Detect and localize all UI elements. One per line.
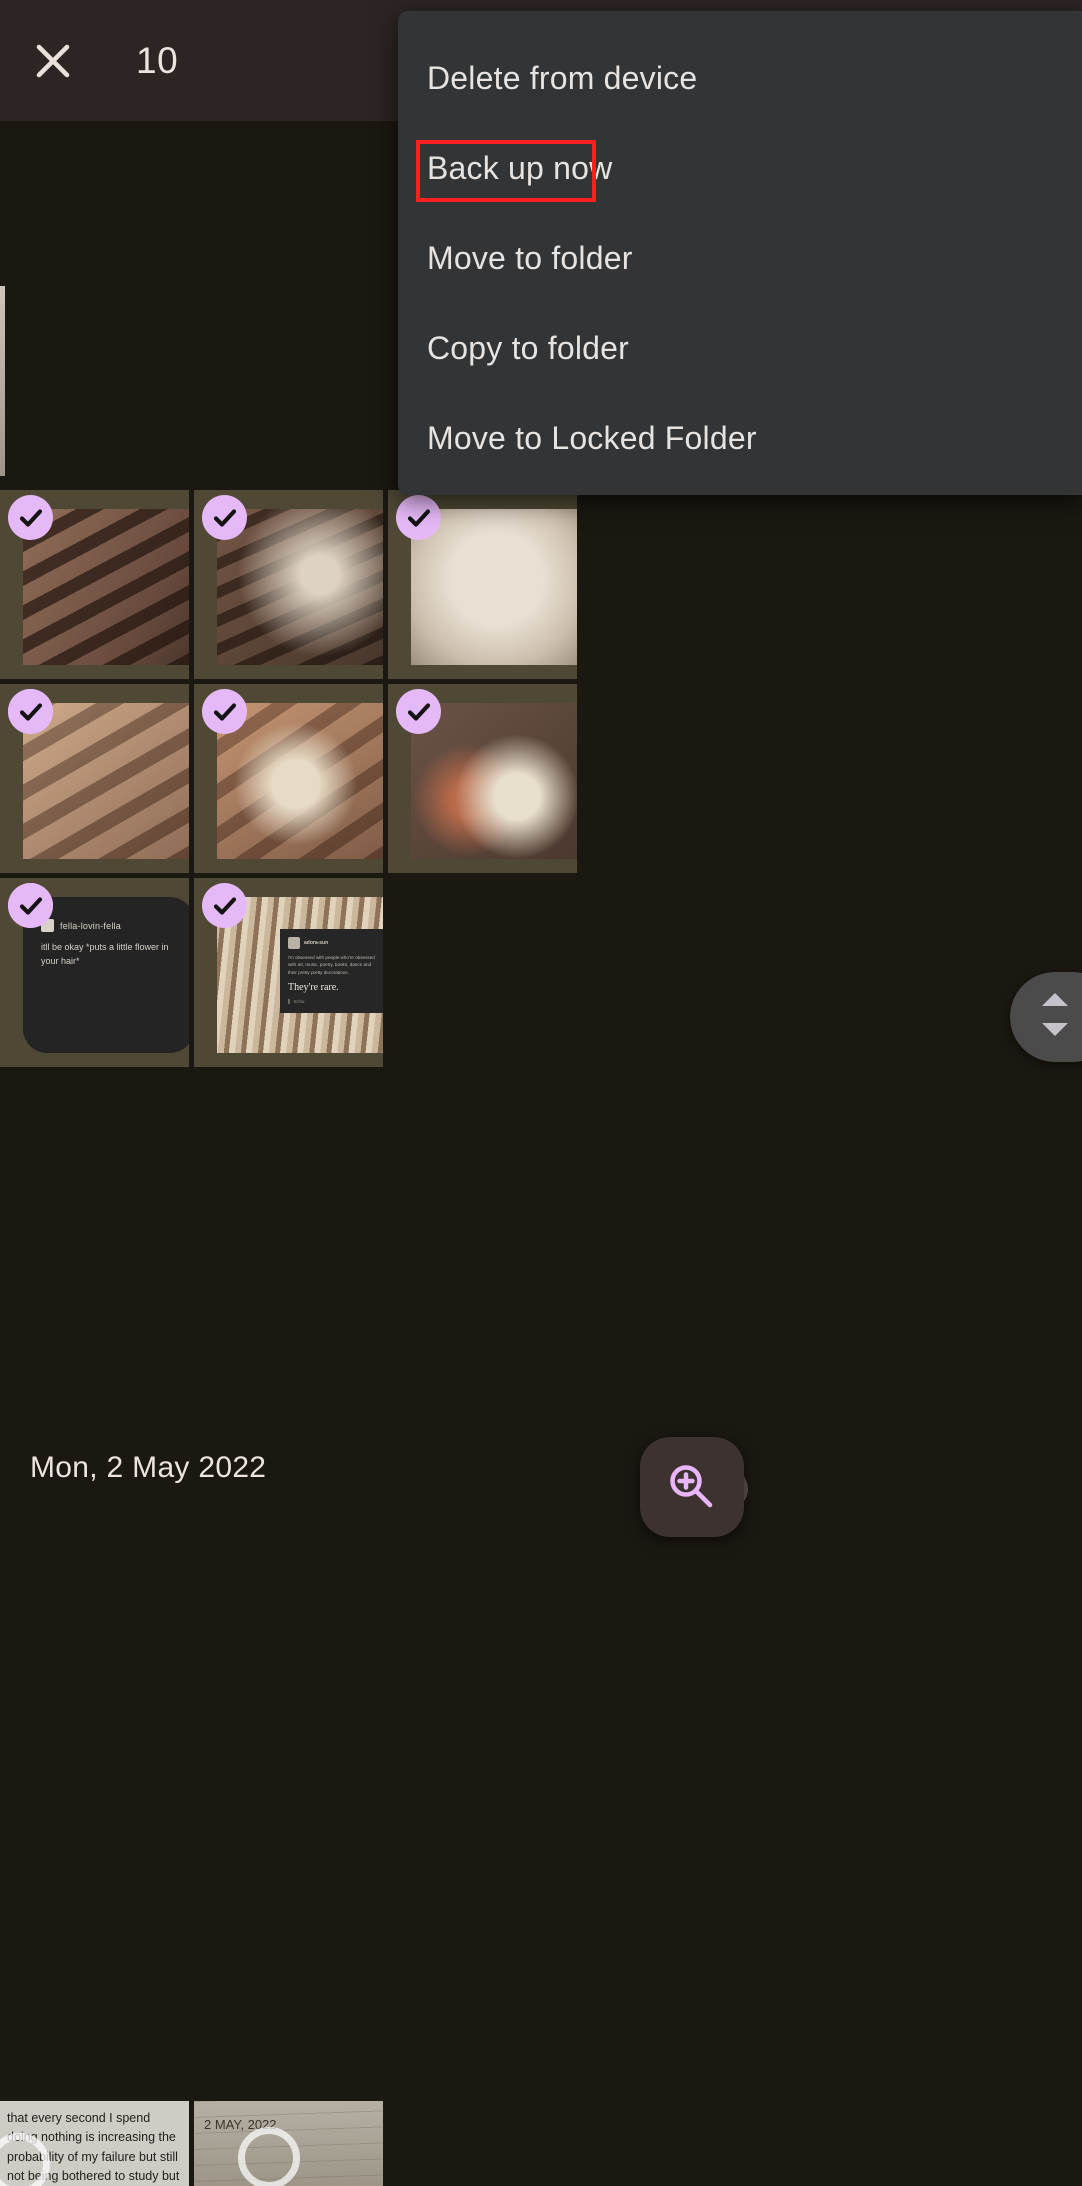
decorative-ring [238,2127,300,2186]
quote-overlay-card: adora-sun i'm obsessed with people who'r… [280,929,383,1014]
note-body: itll be okay *puts a little flower in yo… [41,942,169,966]
thumbnail-image: that every second I spend doing nothing … [0,2101,189,2186]
menu-item-delete-from-device[interactable]: Delete from device [398,33,1082,123]
thumbnail-image: fella-lovin-fella itll be okay *puts a l… [23,897,189,1053]
grid-cell-photo-handwritten-note[interactable]: that every second I spend doing nothing … [0,2101,194,2186]
quote-highlight: They're rare. [288,982,339,994]
quote-body: i'm obsessed with people who're obsessed… [288,955,375,975]
thumbnail-image [23,509,189,665]
grid-cell-photo-book-with-flower[interactable] [388,490,582,684]
selection-count: 10 [136,40,179,81]
selection-check-icon[interactable] [202,689,247,734]
menu-item-move-to-folder[interactable]: Move to folder [398,213,1082,303]
photos-selection-screen: 10 fella-lovin-fella itll be okay *puts … [0,0,1082,2186]
selection-check-icon[interactable] [396,689,441,734]
selection-check-icon[interactable] [8,689,53,734]
zoom-in-fab[interactable] [640,1437,744,1537]
selection-check-icon[interactable] [8,495,53,540]
magnifier-plus-icon [670,1465,713,1508]
quote-footer: Echo [288,999,381,1005]
thumbnail-image: 2 MAY, 2022 [194,2101,383,2186]
menu-item-label: Copy to folder [427,329,630,366]
selection-check-icon[interactable] [396,495,441,540]
overflow-menu: Delete from device Back up now Move to f… [398,11,1082,495]
grid-cell-photo-planner-page[interactable]: 2 MAY, 2022 [194,2101,388,2186]
grid-cell-photo-bookshelf-quote[interactable]: adora-sun i'm obsessed with people who'r… [194,878,388,1072]
quote-avatar [288,937,300,949]
thumbnail-image [23,703,189,859]
partial-thumbnail-edge [0,286,5,476]
bottom-thumbnail-strip: that every second I spend doing nothing … [0,2101,1082,2186]
menu-item-move-to-locked-folder[interactable]: Move to Locked Folder [398,393,1082,483]
grid-cell-photo-flower-on-table[interactable] [194,684,388,878]
selection-check-icon[interactable] [202,495,247,540]
thumbnail-image [411,509,577,665]
chevron-up-icon [1042,993,1068,1006]
grid-row: fella-lovin-fella itll be okay *puts a l… [0,878,775,1072]
thumbnail-image: adora-sun i'm obsessed with people who'r… [217,897,383,1053]
grid-cell-photo-book-window-light[interactable] [0,684,194,878]
thumbnail-image [217,509,383,665]
menu-item-label: Delete from device [427,59,698,96]
grid-cell-photo-tumblr-note[interactable]: fella-lovin-fella itll be okay *puts a l… [0,878,194,1072]
close-icon[interactable] [29,37,77,85]
quote-username: adora-sun [304,940,329,946]
note-username: fella-lovin-fella [60,920,121,931]
grid-cell-photo-open-book-glasses[interactable] [194,490,388,684]
thumbnail-image [217,703,383,859]
grid-cell-photo-roses-and-daisy[interactable] [388,684,582,878]
menu-item-label: Move to folder [427,239,633,276]
selection-check-icon[interactable] [202,883,247,928]
menu-item-copy-to-folder[interactable]: Copy to folder [398,303,1082,393]
menu-item-back-up-now[interactable]: Back up now [398,123,1082,213]
thumbnail-image [411,703,577,859]
selection-check-icon[interactable] [8,883,53,928]
chevron-down-icon [1042,1023,1068,1036]
planner-date-text: 2 MAY, 2022 [204,2117,277,2132]
menu-item-label: Move to Locked Folder [427,419,757,456]
grid-cell-photo-blinds-shadow[interactable] [0,490,194,684]
menu-item-label: Back up now [427,149,613,186]
date-header: Mon, 2 May 2022 [30,1451,267,1484]
